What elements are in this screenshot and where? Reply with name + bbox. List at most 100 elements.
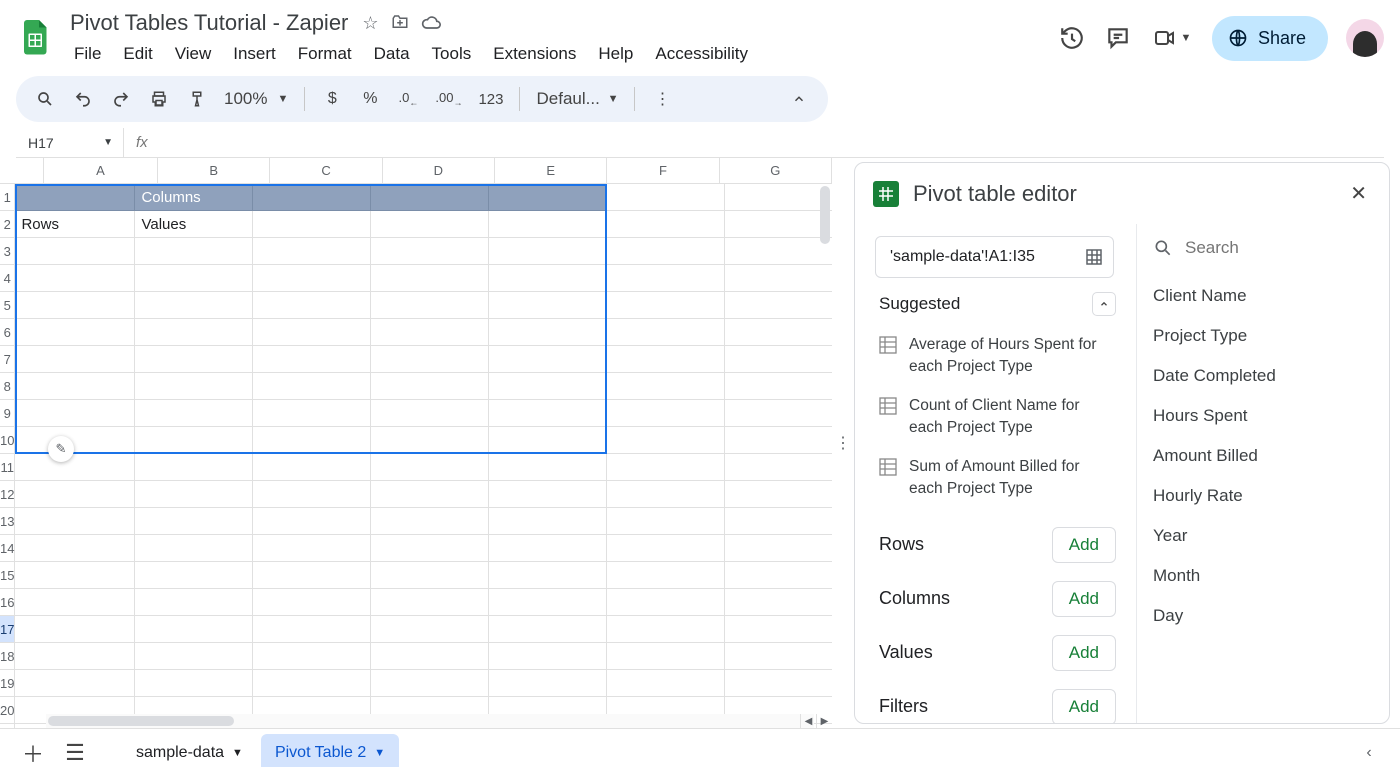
cell-E18[interactable] [489,643,607,670]
cell-F10[interactable] [607,427,725,454]
cell-A13[interactable] [15,508,135,535]
cell-B8[interactable] [135,373,253,400]
cell-F15[interactable] [607,562,725,589]
cell-F3[interactable] [607,238,725,265]
cell-G5[interactable] [725,292,832,319]
cell-D19[interactable] [371,670,489,697]
cell-E5[interactable] [489,292,607,319]
cell-A5[interactable] [15,292,135,319]
more-toolbar-icon[interactable]: ⋮ [647,82,677,116]
row-header-17[interactable]: 17 [0,616,15,643]
collapse-toolbar-icon[interactable] [784,82,814,116]
cell-C14[interactable] [253,535,371,562]
field-year[interactable]: Year [1153,516,1373,556]
row-header-6[interactable]: 6 [0,319,15,346]
history-icon[interactable] [1058,24,1086,52]
row-header-13[interactable]: 13 [0,508,15,535]
decrease-decimal-icon[interactable]: .0← [393,82,423,116]
cell-G10[interactable] [725,427,832,454]
cell-E7[interactable] [489,346,607,373]
cell-A4[interactable] [15,265,135,292]
cell-E17[interactable] [489,616,607,643]
menu-view[interactable]: View [165,40,222,68]
cell-G19[interactable] [725,670,832,697]
star-icon[interactable]: ☆ [362,13,378,34]
cell-D12[interactable] [371,481,489,508]
cell-C4[interactable] [253,265,371,292]
col-header-C[interactable]: C [270,158,382,183]
cell-A17[interactable] [15,616,135,643]
add-filters-button[interactable]: Add [1052,689,1116,723]
row-header-21[interactable]: 21 [0,724,15,728]
suggestion-3[interactable]: Sum of Amount Billed for each Project Ty… [875,448,1120,509]
share-button[interactable]: Share [1212,16,1328,61]
cell-A12[interactable] [15,481,135,508]
cell-D5[interactable] [371,292,489,319]
cell-A15[interactable] [15,562,135,589]
cell-E4[interactable] [489,265,607,292]
cell-C6[interactable] [253,319,371,346]
row-header-7[interactable]: 7 [0,346,15,373]
row-header-1[interactable]: 1 [0,184,15,211]
panel-resize-handle[interactable]: ⋮ [832,158,854,728]
cell-B11[interactable] [135,454,253,481]
cell-G12[interactable] [725,481,832,508]
field-search[interactable] [1153,238,1373,258]
suggestion-1[interactable]: Average of Hours Spent for each Project … [875,326,1120,387]
cell-B19[interactable] [135,670,253,697]
menu-file[interactable]: File [64,40,111,68]
cell-C3[interactable] [253,238,371,265]
col-header-F[interactable]: F [607,158,719,183]
cell-F12[interactable] [607,481,725,508]
cell-A3[interactable] [15,238,135,265]
cell-D16[interactable] [371,589,489,616]
row-header-2[interactable]: 2 [0,211,15,238]
cell-G6[interactable] [725,319,832,346]
col-header-G[interactable]: G [720,158,832,183]
menu-help[interactable]: Help [588,40,643,68]
field-client-name[interactable]: Client Name [1153,276,1373,316]
search-menus-icon[interactable] [30,82,60,116]
cell-F14[interactable] [607,535,725,562]
paint-format-icon[interactable] [182,82,212,116]
cell-F18[interactable] [607,643,725,670]
cell-C19[interactable] [253,670,371,697]
font-select[interactable]: Defaul...▼ [532,82,622,116]
cell-F1[interactable] [607,184,725,211]
field-amount-billed[interactable]: Amount Billed [1153,436,1373,476]
cell-D7[interactable] [371,346,489,373]
col-header-A[interactable]: A [44,158,158,183]
comments-icon[interactable] [1104,24,1132,52]
cell-C12[interactable] [253,481,371,508]
cell-F6[interactable] [607,319,725,346]
cell-A8[interactable] [15,373,135,400]
cell-F8[interactable] [607,373,725,400]
row-header-20[interactable]: 20 [0,697,15,724]
cell-B16[interactable] [135,589,253,616]
print-icon[interactable] [144,82,174,116]
cell-C11[interactable] [253,454,371,481]
cell-F19[interactable] [607,670,725,697]
row-header-14[interactable]: 14 [0,535,15,562]
cell-C13[interactable] [253,508,371,535]
cell-G16[interactable] [725,589,832,616]
add-values-button[interactable]: Add [1052,635,1116,671]
row-header-5[interactable]: 5 [0,292,15,319]
suggestion-2[interactable]: Count of Client Name for each Project Ty… [875,387,1120,448]
select-range-icon[interactable] [1085,248,1103,266]
cell-C9[interactable] [253,400,371,427]
row-header-3[interactable]: 3 [0,238,15,265]
cell-G7[interactable] [725,346,832,373]
cell-E13[interactable] [489,508,607,535]
cell-D10[interactable] [371,427,489,454]
cell-F17[interactable] [607,616,725,643]
cell-G2[interactable] [725,211,832,238]
row-header-4[interactable]: 4 [0,265,15,292]
vertical-scrollbar[interactable] [820,186,830,244]
cell-C16[interactable] [253,589,371,616]
edit-pivot-icon[interactable]: ✎ [48,436,74,462]
col-header-B[interactable]: B [158,158,270,183]
document-title[interactable]: Pivot Tables Tutorial - Zapier [64,8,354,38]
select-all-corner[interactable] [0,158,44,183]
cell-E11[interactable] [489,454,607,481]
